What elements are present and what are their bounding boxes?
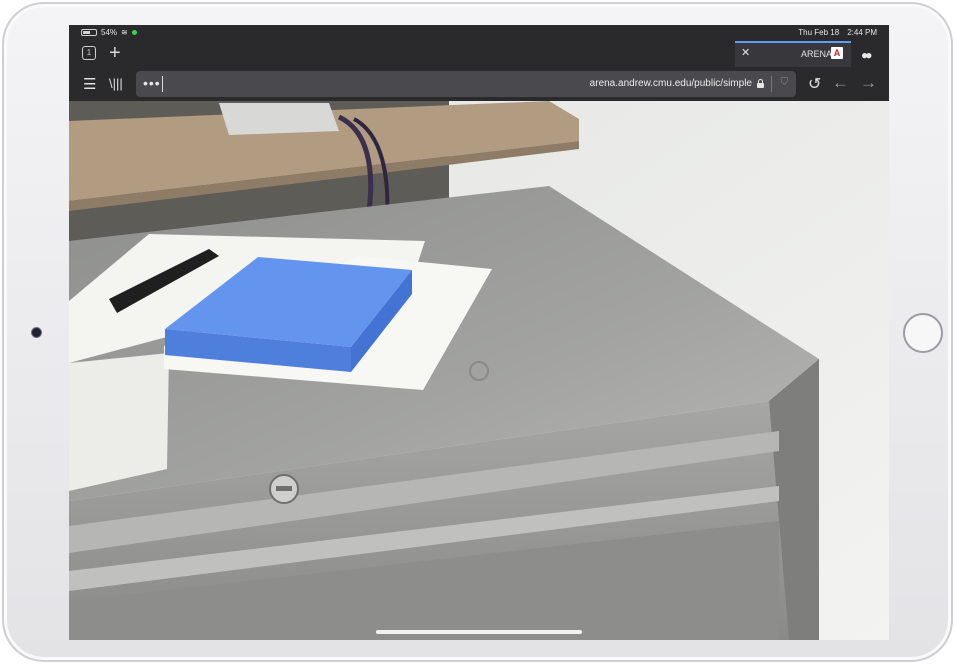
tab-arena[interactable]: ✕ ARENA A [735,41,851,67]
tab-title: ARENA [801,49,833,59]
page-actions-button[interactable]: ••• [143,75,161,91]
battery-percent: 54% [101,28,118,37]
back-arrow-icon[interactable]: ← [832,73,849,93]
tracking-shield-icon[interactable]: ⛉ [781,77,789,88]
camera-scene [69,101,889,640]
status-time: 2:44 PM [847,28,877,37]
status-bar: 54% ≋ Thu Feb 18 2:44 PM [69,25,889,41]
status-indicators: 54% ≋ [81,28,137,37]
new-tab-button[interactable]: + [109,41,121,65]
wifi-icon: ≋ [121,28,128,37]
status-date: Thu Feb 18 [798,28,840,37]
status-clock: Thu Feb 18 2:44 PM [798,28,877,37]
paper-left [69,353,169,491]
battery-icon [81,29,97,36]
lock-icon [757,79,764,88]
navigation-bar: ☰ \||| ••• arena.andrew.cmu.edu/public/s… [69,67,889,101]
url-text[interactable]: arena.andrew.cmu.edu/public/simple [590,78,752,89]
screen: 54% ≋ Thu Feb 18 2:44 PM 1 + ✕ ARENA A ●… [69,25,889,640]
tab-count-button[interactable]: 1 [82,46,96,60]
laptop-stand [219,103,339,135]
page-load-progress [735,41,851,43]
ar-camera-view[interactable] [69,101,889,640]
reload-icon[interactable]: ↻ [808,74,821,94]
home-indicator[interactable] [376,630,582,634]
forward-arrow-icon[interactable]: → [860,73,877,93]
home-button[interactable] [903,313,943,353]
tab-close-icon[interactable]: ✕ [741,46,750,59]
text-cursor [162,76,163,92]
private-mask-icon: ●● [861,48,872,62]
url-bar[interactable]: ••• arena.andrew.cmu.edu/public/simple ⛉ [136,71,796,97]
hamburger-menu-icon[interactable]: ☰ [83,75,96,93]
keyhole [276,486,292,491]
library-icon[interactable]: \||| [109,76,123,91]
tab-bar: 1 + ✕ ARENA A ●● [69,41,889,67]
front-camera [31,327,42,338]
camera-in-use-dot [131,30,137,35]
arena-favicon-icon: A [831,47,843,59]
url-divider [771,76,772,92]
